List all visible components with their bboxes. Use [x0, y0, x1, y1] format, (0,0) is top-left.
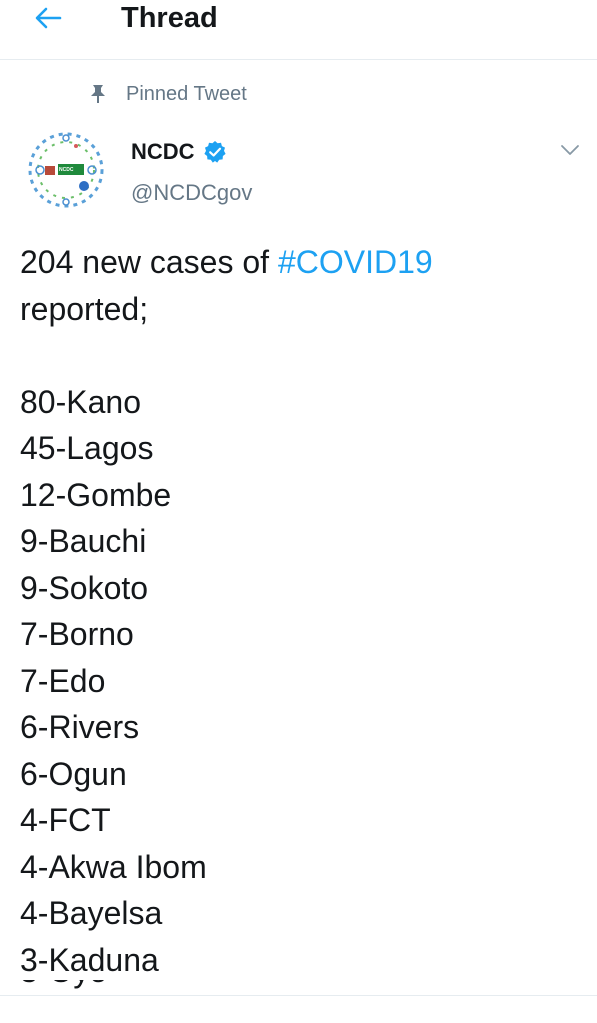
case-line: 6-Rivers	[20, 709, 140, 745]
page-title: Thread	[121, 2, 218, 34]
cutoff-line-text: 3-Oyo	[20, 980, 107, 995]
divider	[0, 995, 597, 996]
case-line: 12-Gombe	[20, 476, 172, 513]
back-arrow-icon	[35, 7, 62, 29]
avatar-text: NCDC	[59, 167, 74, 173]
back-button[interactable]	[26, 0, 70, 36]
case-line: 45-Lagos	[20, 430, 154, 466]
tweet-text-line-2: reported;	[20, 290, 149, 327]
tweet-intro-text: 204 new cases of	[20, 244, 278, 280]
avatar[interactable]: NCDC	[18, 122, 114, 218]
tweet-text: 204 new cases of #COVID19 reported; 80-K…	[20, 239, 580, 983]
pinned-indicator: Pinned Tweet	[90, 80, 247, 108]
case-line: 80-Kano	[20, 383, 141, 420]
case-line: 4-Akwa Ibom	[20, 848, 207, 885]
case-line: 9-Sokoto	[20, 569, 149, 606]
tweet-text-line-1: 204 new cases of #COVID19	[20, 239, 580, 286]
author-name[interactable]: NCDC	[131, 139, 227, 165]
author-handle[interactable]: @NCDCgov	[131, 180, 252, 206]
pinned-label: Pinned Tweet	[126, 82, 247, 105]
top-bar: Thread	[0, 0, 597, 60]
hashtag-link[interactable]: #COVID19	[278, 244, 433, 280]
verified-badge-icon	[203, 141, 226, 163]
case-line: 4-Bayelsa	[20, 895, 163, 931]
tweet-options-button[interactable]	[556, 138, 584, 162]
case-line: 6-Ogun	[20, 755, 127, 792]
cutoff-line: 3-Oyo	[0, 980, 597, 995]
case-line: 9-Bauchi	[20, 523, 147, 559]
chevron-down-icon	[561, 145, 579, 155]
case-line: 7-Edo	[20, 662, 106, 699]
case-line: 7-Borno	[20, 616, 134, 652]
case-line: 3-Kaduna	[20, 941, 159, 978]
case-line: 4-FCT	[20, 802, 111, 838]
pin-icon	[91, 85, 105, 103]
author-name-text: NCDC	[131, 139, 195, 164]
